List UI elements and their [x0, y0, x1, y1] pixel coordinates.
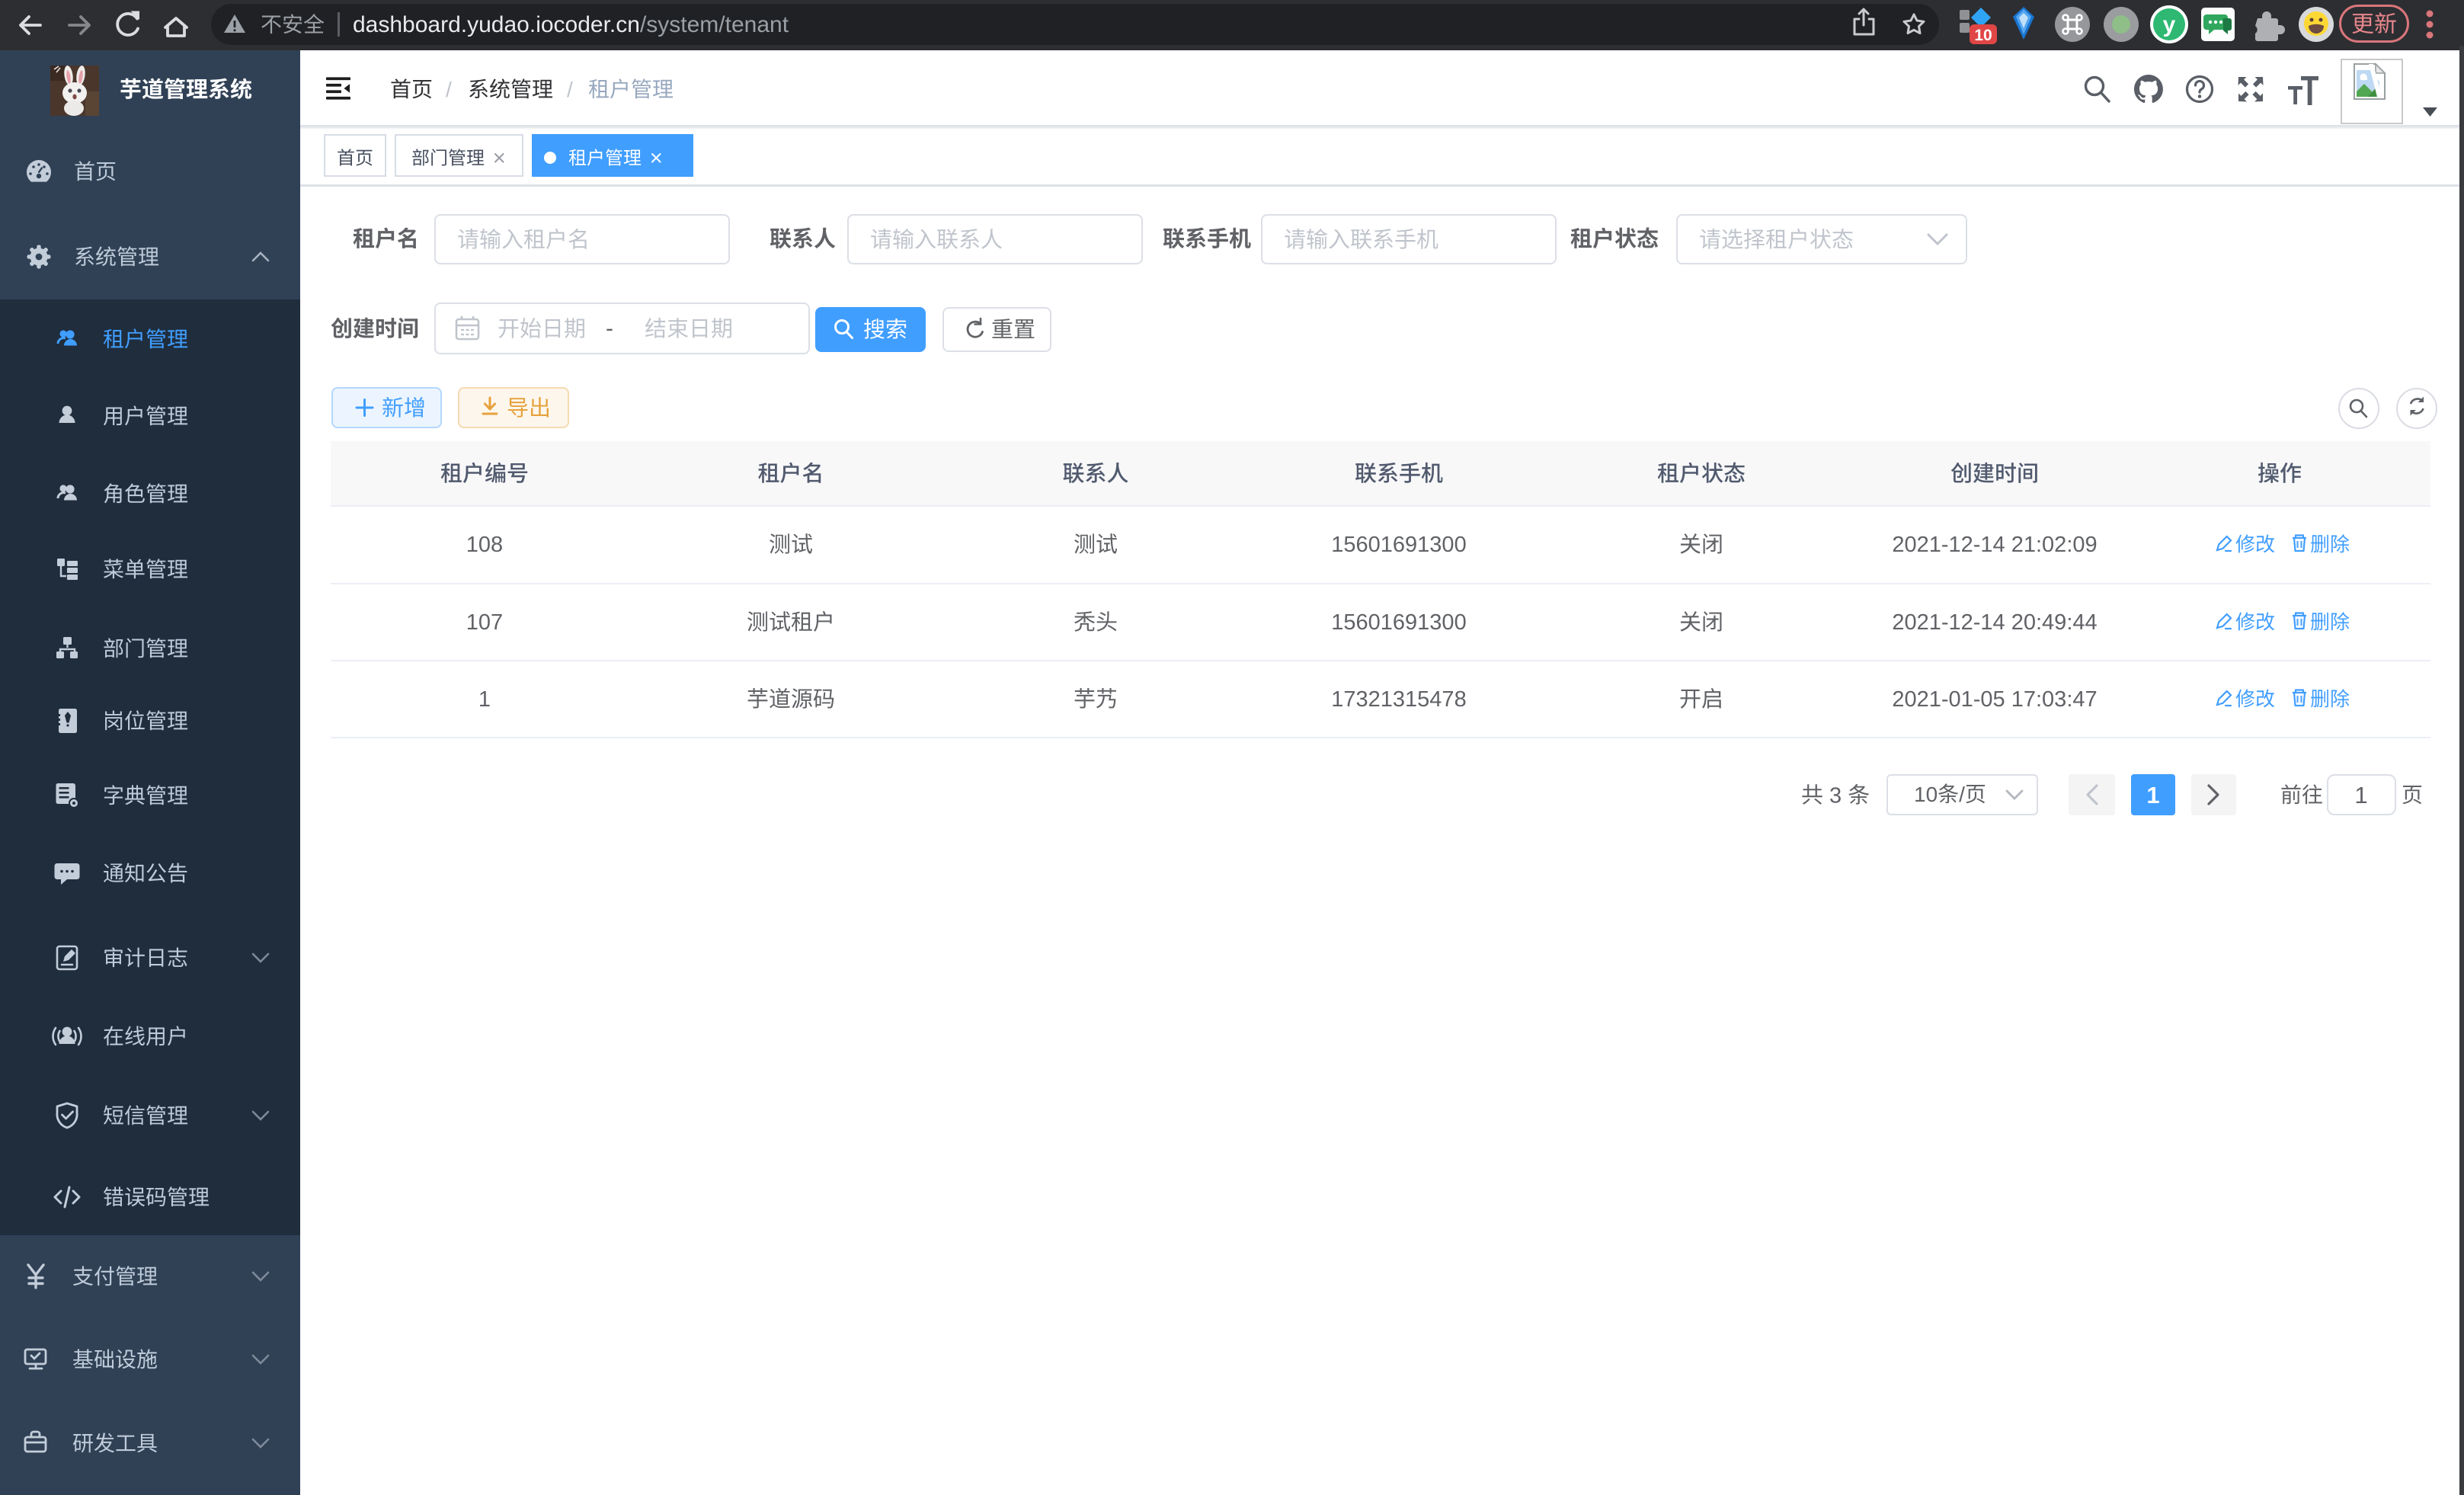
- svg-text:2021-12-14 20:49:44: 2021-12-14 20:49:44: [1892, 610, 2097, 635]
- svg-text:3: 3: [1823, 783, 1848, 808]
- svg-text:1: 1: [478, 687, 491, 712]
- svg-text:2021-12-14 21:02:09: 2021-12-14 21:02:09: [1892, 533, 2097, 557]
- svg-text:108: 108: [466, 533, 503, 557]
- svg-text:17321315478: 17321315478: [1331, 687, 1466, 712]
- svg-text:/: /: [446, 78, 452, 101]
- svg-text:107: 107: [466, 610, 503, 635]
- svg-text:15601691300: 15601691300: [1331, 533, 1466, 557]
- svg-text:/: /: [567, 78, 573, 101]
- svg-text:15601691300: 15601691300: [1331, 610, 1466, 635]
- svg-text:2021-01-05 17:03:47: 2021-01-05 17:03:47: [1892, 687, 2097, 712]
